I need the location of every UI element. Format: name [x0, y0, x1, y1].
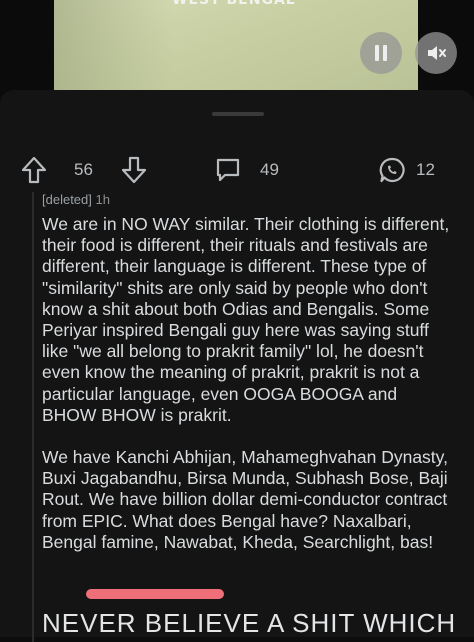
- comment-button[interactable]: [214, 152, 242, 188]
- share-count: 12: [416, 152, 435, 188]
- arrow-down-icon: [121, 156, 147, 184]
- comment-icon: [216, 158, 240, 182]
- comment-age: 1h: [95, 192, 110, 207]
- action-bar: 56 49 12: [0, 152, 474, 188]
- comment-body: We are in NO WAY similar. Their clothing…: [42, 214, 452, 553]
- speaker-muted-icon: [428, 46, 446, 60]
- whatsapp-icon: [379, 157, 405, 183]
- downvote-button[interactable]: [120, 152, 148, 188]
- next-comment-heading: NEVER BELIEVE A SHIT WHICH: [42, 608, 457, 638]
- pause-button[interactable]: [360, 32, 402, 74]
- sheet-grabber[interactable]: [212, 112, 264, 116]
- comment-count: 49: [260, 152, 279, 188]
- whatsapp-share-button[interactable]: [378, 152, 406, 188]
- video-caption: WEST BENGAL: [172, 0, 296, 8]
- comment-author[interactable]: [deleted]: [42, 192, 92, 207]
- comment-count-label: 49: [260, 160, 279, 179]
- upvote-count: 56: [74, 152, 93, 188]
- comment-sheet: 56 49 12 [deleted] 1h We are in NO WAY s…: [0, 90, 474, 642]
- mute-button[interactable]: [415, 32, 457, 74]
- video-player[interactable]: WEST BENGAL: [0, 0, 474, 96]
- comment-paragraph: We are in NO WAY similar. Their clothing…: [42, 214, 450, 425]
- upvote-button[interactable]: [20, 152, 48, 188]
- comment-meta: [deleted] 1h: [42, 192, 110, 207]
- upvote-count-label: 56: [74, 160, 93, 179]
- comment-paragraph: We have Kanchi Abhijan, Mahameghvahan Dy…: [42, 447, 448, 552]
- thread-line[interactable]: [32, 192, 34, 642]
- arrow-up-icon: [21, 156, 47, 184]
- highlight-underline: [86, 589, 224, 599]
- share-count-label: 12: [416, 160, 435, 179]
